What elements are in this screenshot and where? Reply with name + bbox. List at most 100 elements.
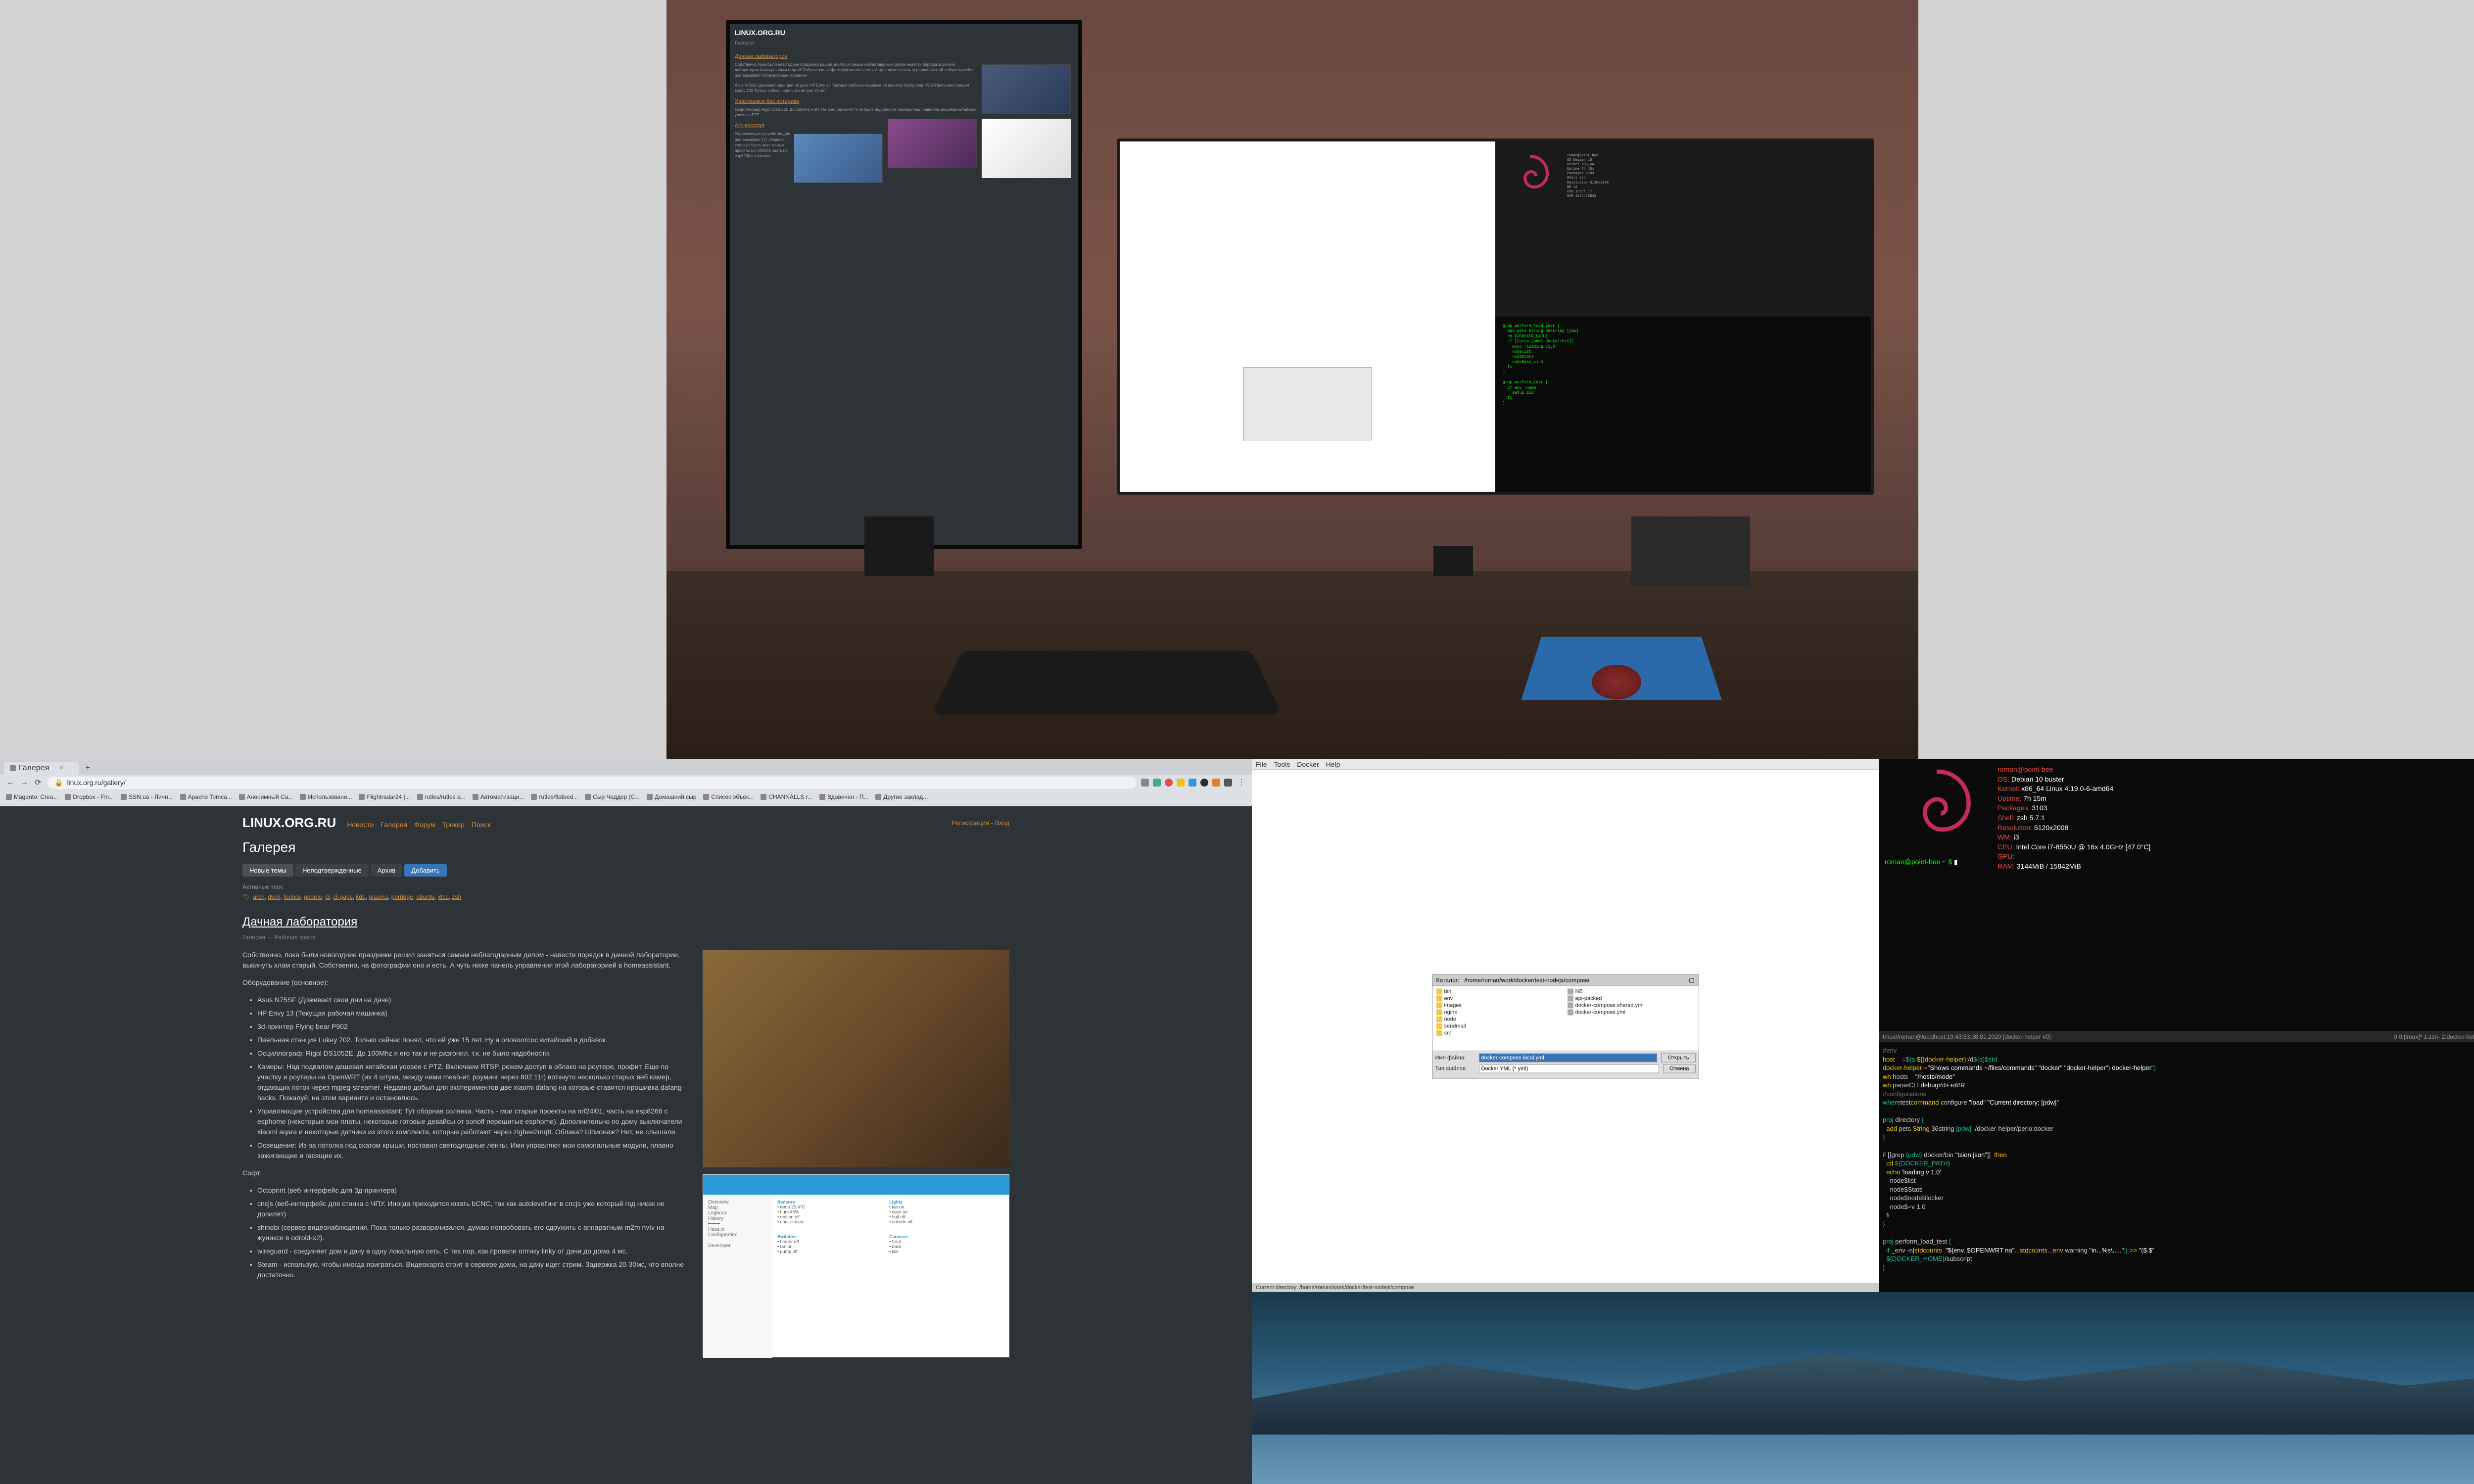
tab-title: Галерея [19,764,49,773]
auth-links: Регистрация - Вход [952,819,1009,827]
new-tab-button[interactable]: + [81,762,95,775]
url-input[interactable]: 🔒linux.org.ru/gallery/ [48,777,1136,789]
file-list: binenvimagesnginxnodesendmailsrc NBapi-p… [1432,986,1699,1051]
bookmark-item[interactable]: Вдовичен - П... [819,793,868,800]
article-photo[interactable] [703,950,1009,1167]
label: WM: [1998,833,2012,841]
ext-icon[interactable] [1189,779,1196,787]
bookmark-item[interactable]: Другие заклад... [875,793,928,800]
bookmark-item[interactable]: Apache Tomca... [180,793,232,800]
tag-link[interactable]: arch [253,893,264,900]
back-button[interactable]: ← [6,778,15,787]
browser-tab[interactable]: Галерея × [4,762,79,775]
terminal-bottom[interactable]: tmux//roman@localhost:19:43:53:08.01.202… [1879,1031,2474,1292]
keyboard [932,650,1282,715]
site-logo[interactable]: LINUX.ORG.RU [242,815,336,831]
nav-link[interactable]: Поиск [472,821,491,829]
bookmark-item[interactable]: Dropbox - Fin... [65,793,114,800]
tag-link[interactable]: ubuntu [416,893,434,900]
nav-link[interactable]: Новости [347,821,374,829]
nav-link[interactable]: Галерея [381,821,407,829]
bookmark-item[interactable]: SSN.ua - Личн... [121,793,173,800]
breadcrumb: Галерея — Рабочие места [242,934,1009,941]
emacs-statusbar: Current directory: /home/roman/work/dock… [1252,1283,1879,1292]
ext-icon[interactable] [1177,779,1185,787]
emacs-menubar: File Tools Docker Help [1252,759,1879,770]
file-item[interactable]: docker-compose.yml [1566,1009,1697,1016]
bookmark-item[interactable]: Список объек... [703,793,754,800]
menu-item[interactable]: Docker [1297,760,1319,768]
tag-link[interactable]: fedora [284,893,300,900]
ext-icon[interactable] [1224,779,1232,787]
tag-link[interactable]: kde [356,893,365,900]
tag-link[interactable]: i3-gaps [333,893,352,900]
bookmark-item[interactable]: Автоматизаци... [473,793,524,800]
close-tab-icon[interactable]: × [59,764,63,773]
forward-button[interactable]: → [20,778,29,787]
tab-new[interactable]: Новые темы [242,864,293,877]
label: Packages: [1998,804,2030,812]
folder-item[interactable]: nginx [1434,1009,1566,1016]
folder-item[interactable]: node [1434,1016,1566,1023]
menu-item[interactable]: Help [1326,760,1340,768]
sysinfo-shell: zsh 5.7.1 [2017,814,2045,822]
bookmark-item[interactable]: Flightradar24 |... [359,793,410,800]
bookmark-item[interactable]: rutles/rutles a... [417,793,466,800]
ext-icon[interactable] [1153,779,1161,787]
sysinfo-os: Debian 10 buster [2011,775,2064,783]
folder-item[interactable]: env [1434,995,1566,1002]
prompt[interactable]: roman@point-bee ~ $ ▮ [1885,858,1958,866]
ext-icon[interactable] [1165,779,1173,787]
folder-item[interactable]: sendmail [1434,1023,1566,1030]
bookmark-item[interactable]: Анонимный Са... [239,793,293,800]
bookmark-item[interactable]: Использовани... [300,793,352,800]
reload-button[interactable]: ⟳ [34,778,43,787]
equipment-list: Asus N75SF (Доживает свои дни на даче)HP… [257,995,688,1161]
bookmark-item[interactable]: Домашний сыр [647,793,696,800]
tag-link[interactable]: i3 [325,893,330,900]
menu-button[interactable]: ⋮ [1237,778,1246,787]
filetype-select[interactable]: Docker YML (*.yml) [1479,1065,1660,1073]
login-link[interactable]: Вход [995,819,1009,827]
tab-archive[interactable]: Архив [371,864,402,877]
list-item: Управляющие устройства для homeassistant… [257,1106,688,1137]
nav-link[interactable]: Трекер [442,821,465,829]
filename-input[interactable]: docker-compose.local.yml [1479,1054,1658,1063]
open-button[interactable]: Открыть [1661,1054,1695,1063]
tmux-status-left: tmux//roman@localhost:19:43:53:08.01.202… [1883,1033,2051,1040]
folder-item[interactable]: src [1434,1030,1566,1037]
bookmark-item[interactable]: Сыр Чеддер (С... [585,793,640,800]
active-tags-label: Активные теги: [242,883,1009,890]
ext-icon[interactable] [1200,779,1208,787]
tag-link[interactable]: dwm [268,893,280,900]
nav-link[interactable]: Форум [414,821,435,829]
file-item[interactable]: api-packed [1566,995,1697,1002]
desktop-box [1631,516,1750,586]
tab-add[interactable]: Добавить [404,864,446,877]
file-item[interactable]: NB [1566,988,1697,995]
monitor-stand-right [1433,546,1473,576]
tag-link[interactable]: plasma [369,893,388,900]
folder-item[interactable]: bin [1434,988,1566,995]
tag-link[interactable]: xfce [438,893,449,900]
file-item[interactable]: docker-compose.shared.yml [1566,1002,1697,1009]
ext-icon[interactable] [1141,779,1149,787]
tag-link[interactable]: porridge [391,893,413,900]
article-screenshot[interactable]: OverviewMapLogbookHistory━━━━Hass.ioConf… [703,1174,1009,1357]
bookmark-item[interactable]: Magento: Crea... [6,793,58,800]
register-link[interactable]: Регистрация [952,819,989,827]
menu-item[interactable]: Tools [1274,760,1290,768]
bookmark-item[interactable]: rutles/flatbed... [531,793,578,800]
terminal-top[interactable]: roman@point-bee OS: Debian 10 buster Ker… [1879,759,2474,1031]
tab-unconfirmed[interactable]: Неподтвержденные [295,864,369,877]
cancel-button[interactable]: Отмена [1663,1065,1695,1073]
article-title[interactable]: Дачная лаборатория [242,915,1009,929]
tag-link[interactable]: zsh [452,893,462,900]
bookmark-item[interactable]: CHANNALLS r... [761,793,812,800]
folder-item[interactable]: images [1434,1002,1566,1009]
tag-link[interactable]: gnome [304,893,322,900]
menu-item[interactable]: File [1256,760,1267,768]
dialog-up-button[interactable]: ▢ [1689,977,1694,984]
ext-icon[interactable] [1212,779,1220,787]
address-bar: ← → ⟳ 🔒linux.org.ru/gallery/ ⋮ [0,775,1252,790]
